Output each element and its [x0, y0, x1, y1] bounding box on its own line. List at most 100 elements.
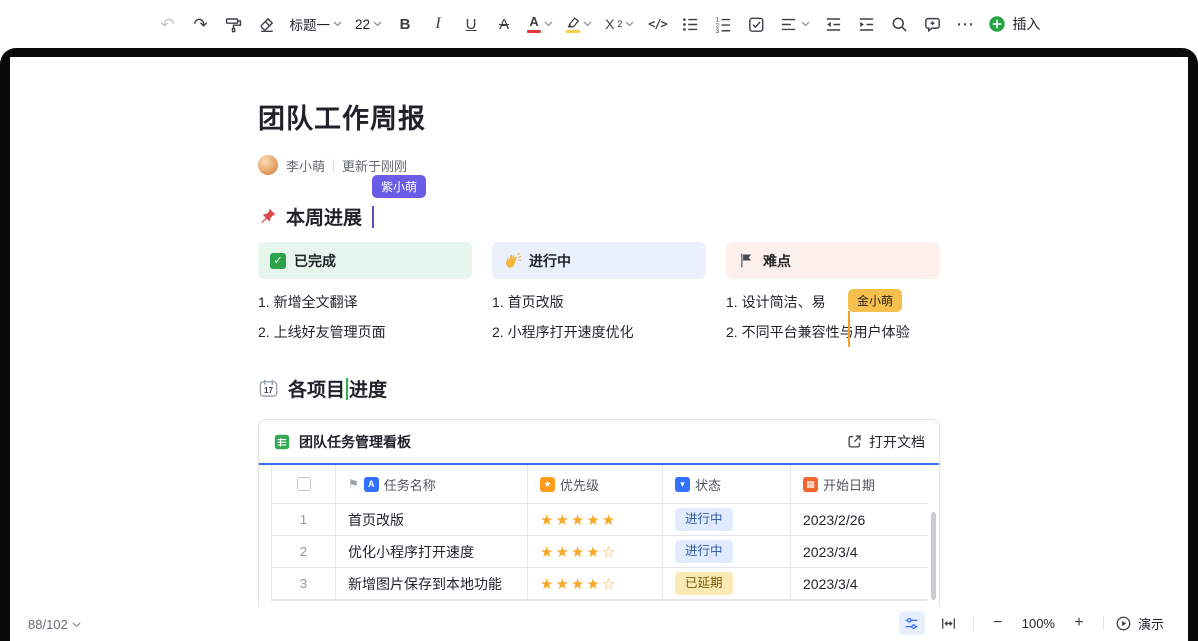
align-left-icon — [779, 15, 798, 34]
fit-width-icon[interactable] — [936, 611, 962, 635]
card-difficulties[interactable]: 难点 — [726, 242, 940, 279]
task-name-cell[interactable]: 新增图片保存到本地功能 — [336, 568, 528, 600]
priority-stars-cell[interactable]: ★★★★★ — [528, 504, 663, 536]
in-progress-list: 1. 首页改版 2. 小程序打开速度优化 — [492, 287, 706, 347]
list-item[interactable]: 1. 新增全文翻译 — [258, 287, 472, 317]
completed-list: 1. 新增全文翻译 2. 上线好友管理页面 — [258, 287, 472, 347]
text-caret — [372, 206, 374, 228]
zoom-out-icon[interactable]: − — [985, 611, 1011, 635]
priority-stars-cell[interactable]: ★★★★☆ — [528, 536, 663, 568]
status-cell[interactable]: 已延期 — [663, 568, 791, 600]
card-label: 难点 — [763, 251, 791, 271]
task-board-embed[interactable]: 团队任务管理看板 打开文档 ⚑ A 任务名称 — [258, 419, 940, 606]
collaborator-cursor-label-purple: 紫小萌 — [372, 175, 426, 198]
status-badge: 进行中 — [675, 540, 733, 562]
comment-icon[interactable] — [922, 10, 942, 38]
list-item[interactable]: 2. 不同平台兼容性与用户体验 — [726, 317, 940, 347]
superscript-x: X — [605, 16, 614, 32]
insert-button[interactable]: 插入 — [988, 10, 1040, 38]
pin-icon — [258, 207, 277, 226]
bold-button[interactable]: B — [395, 10, 415, 38]
start-date-cell[interactable]: 2023/2/26 — [791, 504, 928, 536]
chevron-down-icon — [801, 21, 810, 27]
row-number[interactable]: 2 — [272, 536, 336, 568]
strikethrough-button[interactable]: A — [494, 10, 514, 38]
doc-meta: 李小萌 更新于刚刚 — [258, 155, 407, 175]
font-size-select[interactable]: 22 — [355, 10, 382, 38]
column-header-task[interactable]: ⚑ A 任务名称 — [336, 465, 528, 504]
collaborator-caret-green — [346, 378, 348, 400]
bitable-icon — [273, 433, 291, 451]
bullet-list-icon[interactable] — [680, 10, 700, 38]
task-list-icon[interactable] — [746, 10, 766, 38]
heading-style-select[interactable]: 标题一 — [290, 10, 343, 38]
column-header-start-date[interactable]: ▦ 开始日期 — [791, 465, 928, 504]
word-count-control[interactable]: 88/102 — [28, 617, 81, 632]
font-size-value: 22 — [355, 17, 370, 32]
italic-button[interactable]: I — [428, 10, 448, 38]
meta-divider — [333, 159, 334, 172]
status-cell[interactable]: 进行中 — [663, 536, 791, 568]
zoom-in-icon[interactable]: + — [1066, 611, 1092, 635]
doc-title[interactable]: 团队工作周报 — [258, 97, 426, 136]
divider — [973, 616, 974, 630]
present-button[interactable]: 演示 — [1115, 614, 1164, 633]
priority-stars-cell[interactable]: ★★★★☆ — [528, 568, 663, 600]
status-badge: 已延期 — [675, 572, 733, 594]
task-name-cell[interactable]: 优化小程序打开速度 — [336, 536, 528, 568]
start-date-cell[interactable]: 2023/3/4 — [791, 568, 928, 600]
clap-emoji — [504, 252, 521, 269]
indent-icon[interactable] — [856, 10, 876, 38]
word-count: 88/102 — [28, 617, 68, 632]
card-in-progress[interactable]: 进行中 — [492, 242, 706, 279]
ordered-list-icon[interactable]: 1 2 3 — [713, 10, 733, 38]
page-settings-icon[interactable] — [899, 611, 925, 635]
list-item[interactable]: 1. 首页改版 — [492, 287, 706, 317]
redo-icon[interactable]: ↷ — [191, 10, 211, 38]
card-completed[interactable]: ✓ 已完成 — [258, 242, 472, 279]
list-item[interactable]: 2. 上线好友管理页面 — [258, 317, 472, 347]
more-icon[interactable]: ⋯ — [955, 10, 975, 38]
section-heading-text: 本周进展 — [286, 203, 362, 230]
row-number[interactable]: 3 — [272, 568, 336, 600]
task-name-cell[interactable]: 首页改版 — [336, 504, 528, 536]
eraser-icon[interactable] — [257, 10, 277, 38]
highlighter-icon — [566, 16, 580, 28]
column-header-priority[interactable]: ★ 优先级 — [528, 465, 663, 504]
chevron-down-icon — [333, 21, 342, 27]
underline-button[interactable]: U — [461, 10, 481, 38]
search-icon[interactable] — [889, 10, 909, 38]
select-field-icon: ▾ — [675, 477, 690, 492]
checkbox[interactable] — [297, 477, 311, 491]
author-name[interactable]: 李小萌 — [286, 156, 325, 175]
format-painter-icon[interactable] — [224, 10, 244, 38]
section-heading-progress[interactable]: 本周进展 — [258, 203, 374, 230]
view-controls: − 100% + 演示 — [899, 611, 1164, 635]
highlight-button[interactable] — [566, 10, 592, 38]
code-button[interactable]: </> — [647, 10, 667, 38]
align-button[interactable] — [779, 10, 810, 38]
select-all-cell[interactable] — [272, 465, 336, 504]
text-color-button[interactable]: A — [527, 10, 553, 38]
list-item[interactable]: 1. 设计简洁、易 — [726, 287, 940, 317]
table-scrollbar[interactable] — [931, 512, 936, 600]
collaborator-caret-amber — [848, 311, 850, 347]
row-number[interactable]: 1 — [272, 504, 336, 536]
present-label: 演示 — [1138, 614, 1164, 633]
column-header-status[interactable]: ▾ 状态 — [663, 465, 791, 504]
document-canvas[interactable]: 团队工作周报 李小萌 更新于刚刚 紫小萌 本周进展 ✓ 已完成 — [10, 57, 1188, 641]
outdent-icon[interactable] — [823, 10, 843, 38]
open-document-icon — [846, 433, 863, 450]
card-label: 已完成 — [294, 251, 336, 271]
list-item[interactable]: 2. 小程序打开速度优化 — [492, 317, 706, 347]
status-cell[interactable]: 进行中 — [663, 504, 791, 536]
author-avatar[interactable] — [258, 155, 278, 175]
start-date-cell[interactable]: 2023/3/4 — [791, 536, 928, 568]
open-document-button[interactable]: 打开文档 — [846, 432, 925, 452]
zoom-level[interactable]: 100% — [1022, 616, 1055, 631]
section-heading-projects[interactable]: 17 各项目 进度 — [258, 375, 387, 402]
status-badge: 进行中 — [675, 508, 733, 530]
date-field-icon: ▦ — [803, 477, 818, 492]
undo-icon[interactable]: ↶ — [158, 10, 178, 38]
superscript-button[interactable]: X2 — [605, 10, 634, 38]
